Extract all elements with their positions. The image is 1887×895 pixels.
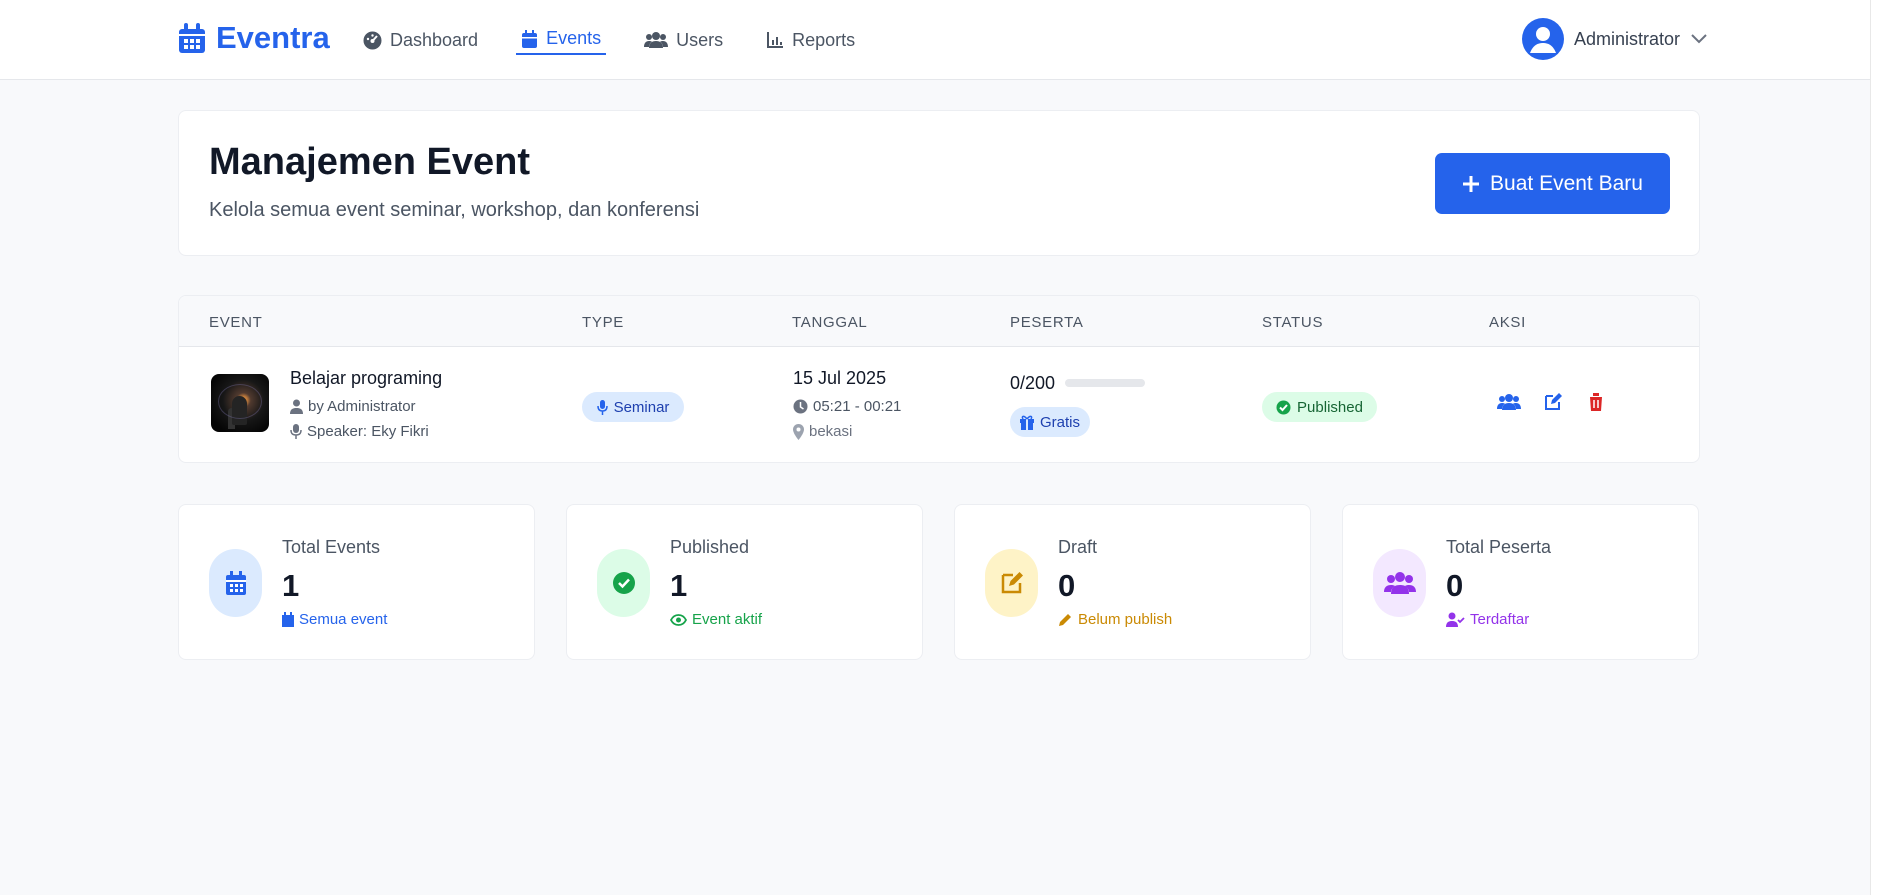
- trash-icon: [1587, 392, 1605, 412]
- stat-label: Published: [670, 537, 750, 557]
- create-event-button[interactable]: Buat Event Baru: [1435, 153, 1670, 214]
- nav-dashboard-label: Dashboard: [390, 29, 479, 50]
- participant-progress: [1065, 379, 1145, 387]
- plus-icon: [1462, 175, 1480, 193]
- stat-value: 0: [1058, 568, 1076, 603]
- nav-reports[interactable]: Reports: [761, 24, 860, 56]
- microphone-icon: [290, 424, 302, 439]
- check-circle-icon: [597, 549, 650, 617]
- event-title: Belajar programing: [290, 368, 443, 388]
- calendar-icon: [178, 22, 206, 54]
- calendar-icon: [282, 612, 294, 627]
- delete-event-button[interactable]: [1584, 390, 1608, 414]
- stat-note-text: Terdaftar: [1470, 611, 1530, 628]
- price-text: Gratis: [1039, 413, 1080, 431]
- nav-users[interactable]: Users: [639, 24, 728, 56]
- participant-count: 0/200: [1010, 373, 1056, 393]
- event-author-text: by Administrator: [308, 398, 416, 415]
- column-event: EVENT: [209, 314, 263, 331]
- stat-note-text: Semua event: [299, 611, 388, 628]
- edit-icon: [1543, 392, 1563, 412]
- event-date: 15 Jul 2025: [793, 368, 887, 388]
- stat-total-events: Total Events 1 Semua event: [178, 504, 535, 660]
- calendar-icon: [521, 29, 538, 49]
- pencil-icon: [1058, 612, 1073, 627]
- column-status: STATUS: [1262, 314, 1324, 331]
- event-image: [211, 374, 269, 432]
- location-icon: [793, 423, 804, 440]
- stat-note: Event aktif: [670, 611, 762, 628]
- stat-note: Terdaftar: [1446, 611, 1529, 628]
- table-row[interactable]: Belajar programing by Administrator Spea…: [179, 347, 1699, 462]
- create-event-button-label: Buat Event Baru: [1490, 171, 1643, 195]
- page-subtitle: Kelola semua event seminar, workshop, da…: [209, 199, 700, 221]
- users-icon: [1373, 549, 1426, 617]
- events-table: EVENT TYPE TANGGAL PESERTA STATUS AKSI B…: [178, 295, 1700, 463]
- user-name: Administrator: [1574, 28, 1681, 49]
- event-location-text: bekasi: [809, 423, 853, 440]
- view-participants-button[interactable]: [1497, 390, 1521, 414]
- page-header-card: Manajemen Event Kelola semua event semin…: [178, 110, 1700, 256]
- eye-icon: [670, 613, 687, 626]
- reports-icon: [766, 31, 784, 49]
- stat-label: Draft: [1058, 537, 1098, 557]
- check-circle-icon: [1276, 400, 1291, 415]
- stat-label: Total Peserta: [1446, 537, 1552, 557]
- nav-events-label: Events: [546, 28, 602, 48]
- price-badge: Gratis: [1010, 407, 1090, 437]
- table-header: EVENT TYPE TANGGAL PESERTA STATUS AKSI: [179, 296, 1699, 347]
- event-author: by Administrator: [290, 398, 416, 415]
- event-time: 05:21 - 00:21: [793, 398, 901, 415]
- avatar: [1522, 18, 1564, 60]
- brand-name: Eventra: [216, 20, 330, 55]
- page-scrollbar[interactable]: [1870, 0, 1887, 895]
- edit-icon: [985, 549, 1038, 617]
- users-icon: [1497, 393, 1521, 411]
- nav-users-label: Users: [676, 29, 724, 50]
- column-type: TYPE: [582, 314, 624, 331]
- edit-event-button[interactable]: [1541, 390, 1565, 414]
- stat-value: 1: [282, 568, 300, 603]
- brand[interactable]: Eventra: [178, 20, 330, 56]
- user-check-icon: [1446, 612, 1465, 627]
- dashboard-icon: [363, 31, 382, 50]
- nav-dashboard[interactable]: Dashboard: [358, 24, 483, 56]
- nav-reports-label: Reports: [792, 29, 856, 50]
- calendar-icon: [209, 549, 262, 617]
- column-date: TANGGAL: [792, 314, 868, 331]
- stat-value: 1: [670, 568, 688, 603]
- stat-label: Total Events: [282, 537, 381, 557]
- microphone-icon: [596, 399, 608, 415]
- gift-icon: [1019, 415, 1034, 430]
- column-actions: AKSI: [1489, 314, 1526, 331]
- user-icon: [290, 399, 303, 414]
- stat-value: 0: [1446, 568, 1464, 603]
- stat-total-participants: Total Peserta 0 Terdaftar: [1342, 504, 1699, 660]
- user-menu[interactable]: Administrator: [1522, 18, 1708, 60]
- event-location: bekasi: [793, 423, 852, 440]
- stat-note: Belum publish: [1058, 611, 1172, 628]
- event-time-text: 05:21 - 00:21: [813, 398, 902, 415]
- event-speaker-text: Speaker: Eky Fikri: [307, 423, 429, 440]
- stat-note: Semua event: [282, 611, 387, 628]
- stat-note-text: Belum publish: [1078, 611, 1173, 628]
- clock-icon: [793, 399, 808, 414]
- stat-published: Published 1 Event aktif: [566, 504, 923, 660]
- status-badge: Published: [1262, 392, 1377, 422]
- event-type-badge: Seminar: [582, 392, 684, 422]
- event-type-text: Seminar: [613, 398, 670, 416]
- page-title: Manajemen Event: [209, 141, 530, 183]
- stat-draft: Draft 0 Belum publish: [954, 504, 1311, 660]
- status-text: Published: [1297, 398, 1363, 416]
- users-icon: [644, 31, 669, 49]
- chevron-down-icon: [1690, 33, 1708, 45]
- top-navigation: Eventra Dashboard Events Users Reports A…: [0, 0, 1887, 80]
- stat-note-text: Event aktif: [692, 611, 763, 628]
- nav-events[interactable]: Events: [516, 24, 607, 55]
- main-navigation: Dashboard Events Users Reports: [358, 24, 893, 56]
- column-participants: PESERTA: [1010, 314, 1084, 331]
- event-speaker: Speaker: Eky Fikri: [290, 423, 429, 440]
